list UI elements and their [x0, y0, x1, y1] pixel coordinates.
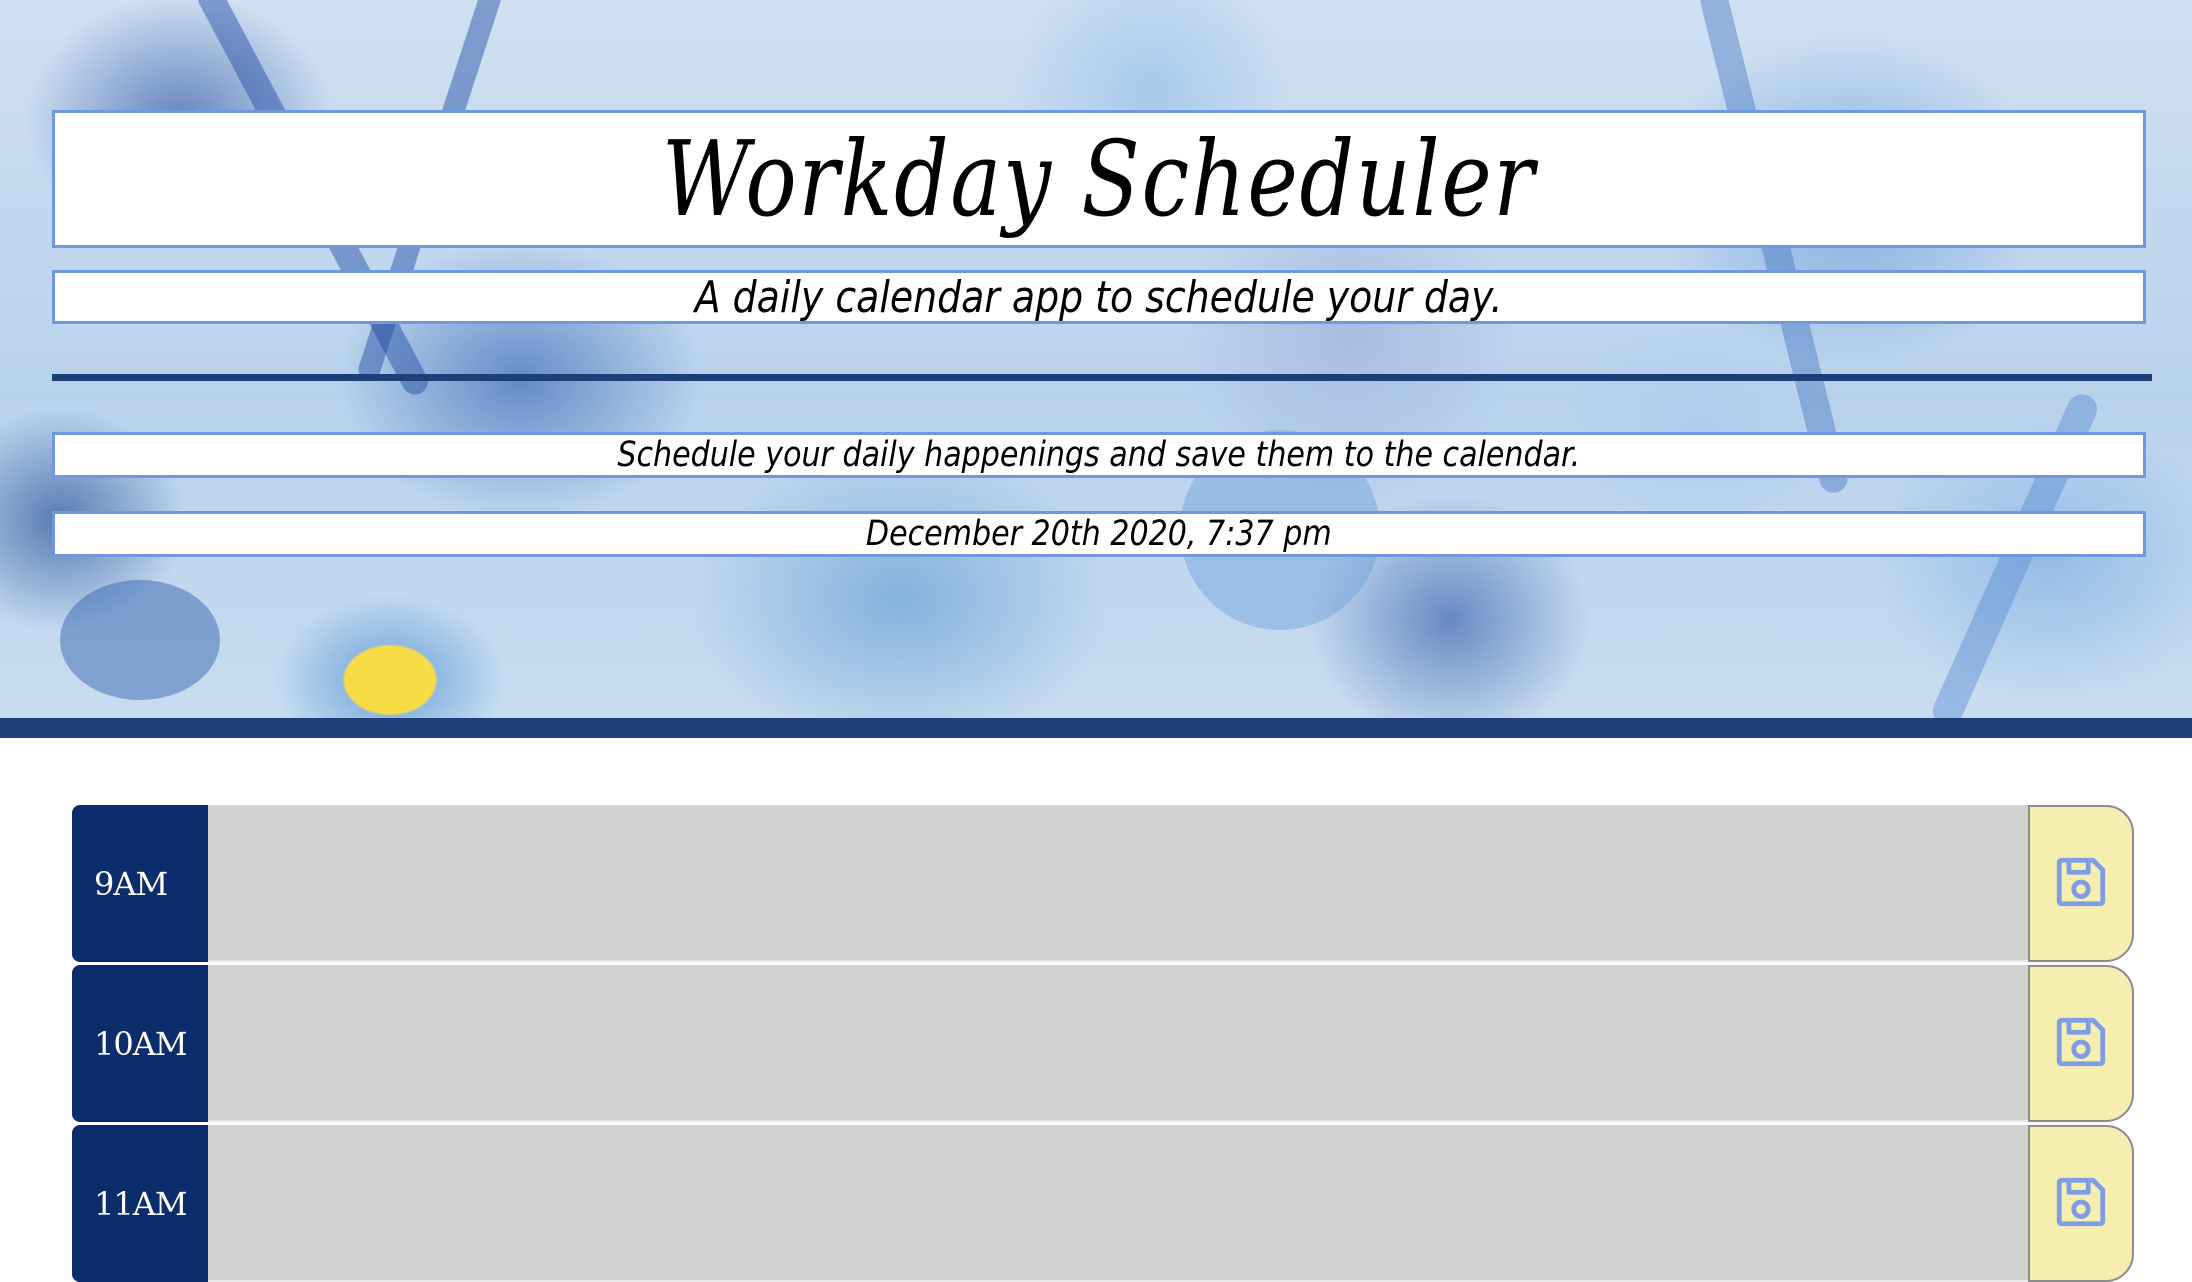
- header-banner: Workday Scheduler A daily calendar app t…: [0, 0, 2192, 718]
- task-input[interactable]: [208, 1125, 2028, 1282]
- subtitle-box: A daily calendar app to schedule your da…: [52, 270, 2146, 324]
- hour-label: 9AM: [72, 805, 208, 962]
- page-title: Workday Scheduler: [662, 118, 1536, 240]
- header-divider: [52, 374, 2152, 381]
- hour-label: 10AM: [72, 965, 208, 1122]
- page-description: Schedule your daily happenings and save …: [617, 435, 1581, 475]
- time-block-row: 9AM: [72, 805, 2134, 962]
- floppy-disk-icon: [2052, 1013, 2110, 1074]
- task-input[interactable]: [208, 965, 2028, 1122]
- page-subtitle: A daily calendar app to schedule your da…: [695, 271, 1503, 323]
- description-box: Schedule your daily happenings and save …: [52, 432, 2146, 478]
- save-button[interactable]: [2028, 1125, 2134, 1282]
- decorative-blob: [60, 580, 220, 700]
- hour-label: 11AM: [72, 1125, 208, 1282]
- current-date-box: December 20th 2020, 7:37 pm: [52, 511, 2146, 557]
- task-input[interactable]: [208, 805, 2028, 962]
- time-block-row: 10AM: [72, 965, 2134, 1122]
- floppy-disk-icon: [2052, 853, 2110, 914]
- floppy-disk-icon: [2052, 1173, 2110, 1234]
- banner-bottom-border: [0, 718, 2192, 738]
- title-box: Workday Scheduler: [52, 110, 2146, 248]
- current-date: December 20th 2020, 7:37 pm: [866, 514, 1332, 554]
- save-button[interactable]: [2028, 965, 2134, 1122]
- time-block-row: 11AM: [72, 1125, 2134, 1282]
- save-button[interactable]: [2028, 805, 2134, 962]
